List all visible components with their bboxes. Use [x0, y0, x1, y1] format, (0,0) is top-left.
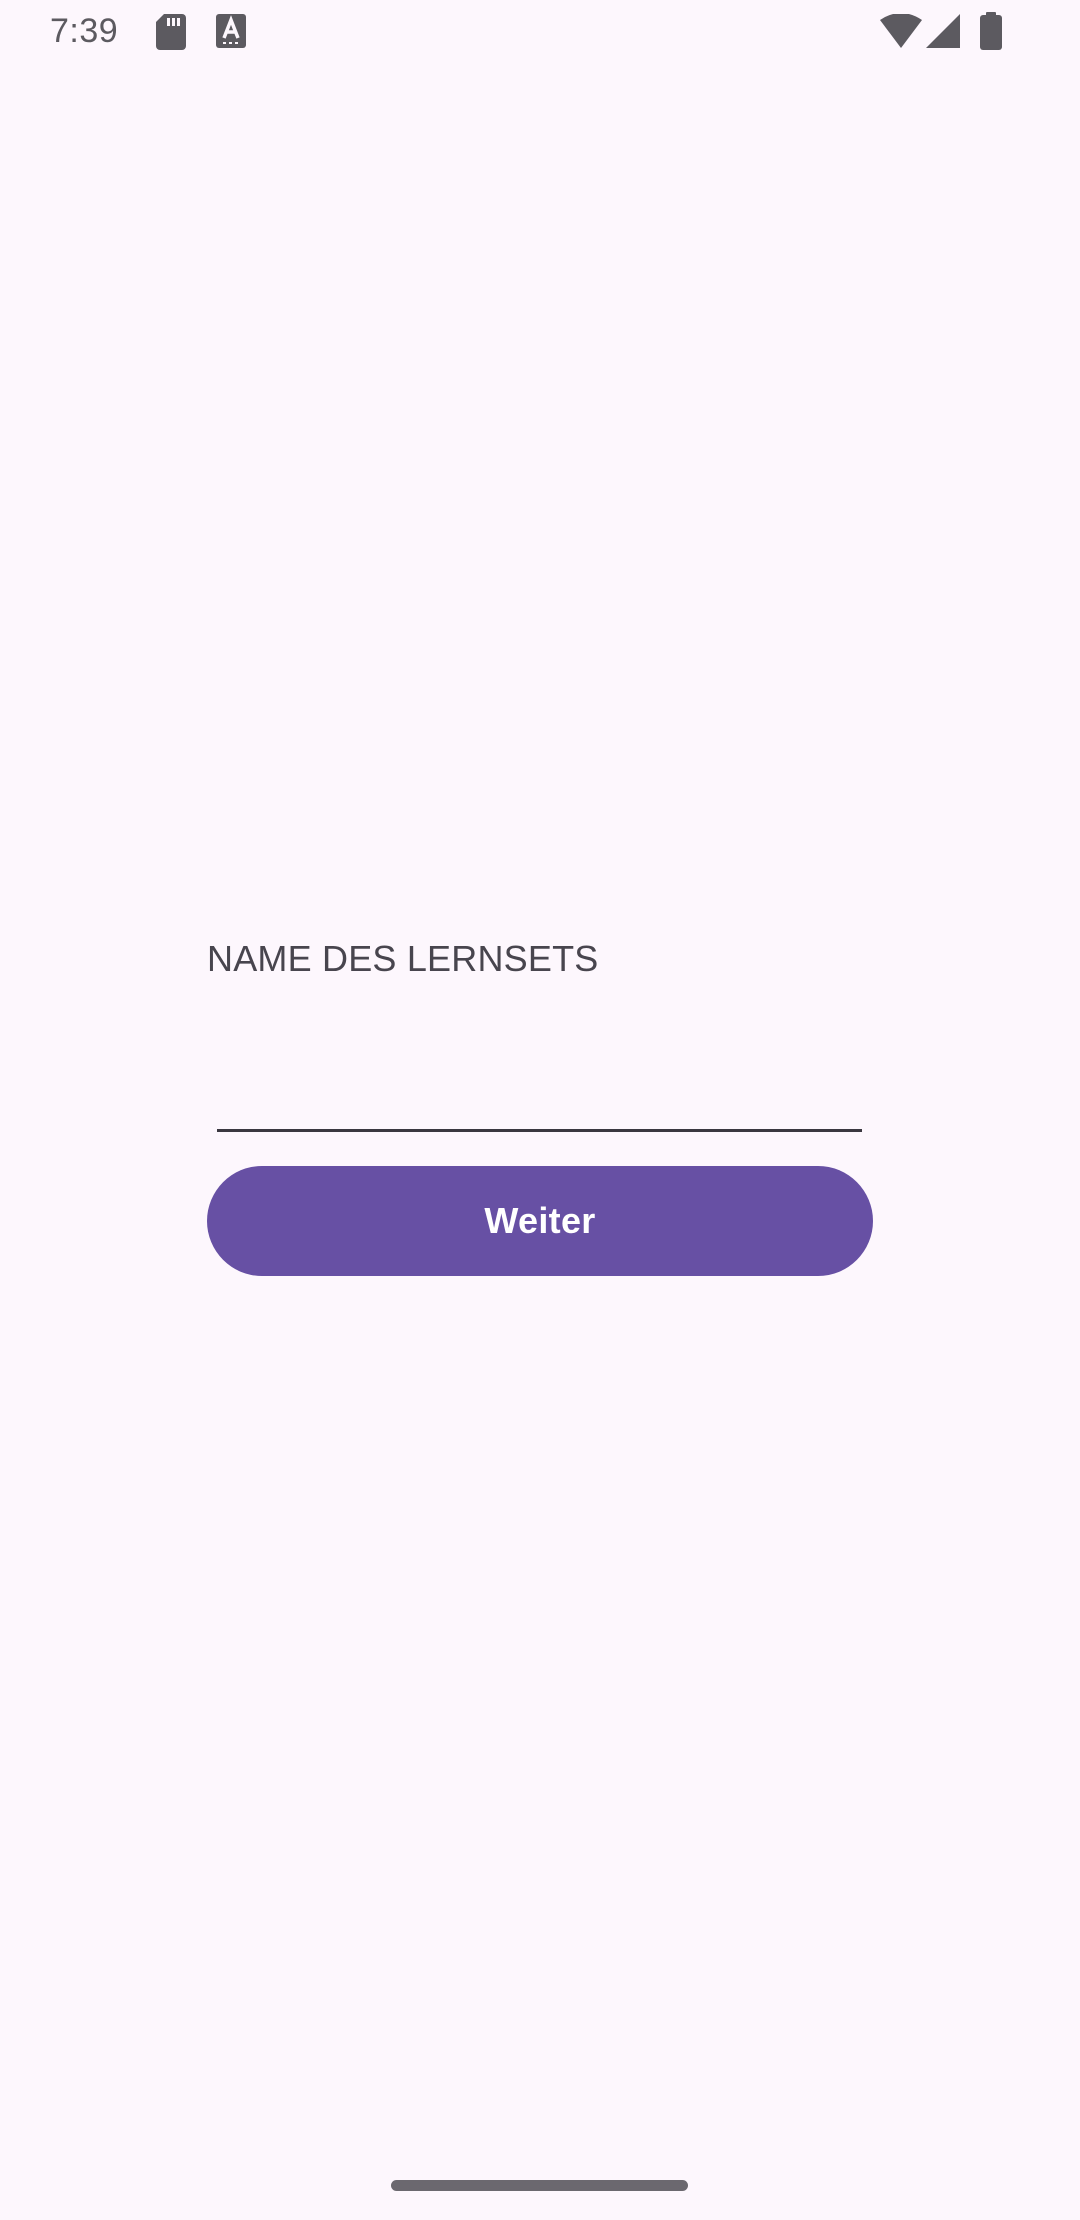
wifi-icon	[880, 13, 922, 55]
status-bar: 7:39	[0, 0, 1080, 66]
battery-icon	[980, 12, 1002, 55]
continue-button[interactable]: Weiter	[207, 1166, 873, 1276]
home-gesture-bar[interactable]	[391, 2180, 688, 2191]
a-notification-icon	[216, 14, 246, 53]
set-name-label: NAME DES LERNSETS	[207, 938, 599, 979]
cellular-signal-icon	[926, 14, 960, 55]
set-name-input[interactable]	[217, 1040, 862, 1132]
status-time: 7:39	[50, 12, 119, 50]
sd-card-icon	[156, 14, 186, 55]
app-screen: 7:39 NAME DES LERNSETS Weiter	[0, 0, 1080, 2220]
